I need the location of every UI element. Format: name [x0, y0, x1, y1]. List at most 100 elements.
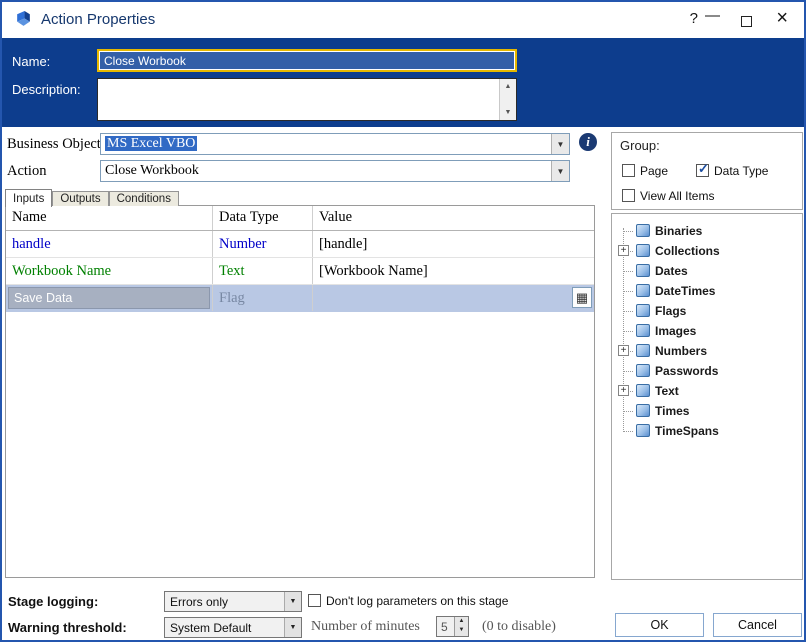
scroll-down-icon[interactable]: ▼	[500, 106, 516, 119]
tree-item-label[interactable]: Flags	[655, 304, 686, 318]
table-row[interactable]: Workbook Name Text [Workbook Name]	[6, 258, 594, 285]
tab-bar: Inputs Outputs Conditions	[5, 188, 179, 206]
tree-item-collections[interactable]: + Collections	[612, 241, 802, 261]
view-all-items-checkbox[interactable]	[622, 189, 635, 202]
description-scrollbar[interactable]: ▲▼	[499, 79, 516, 120]
name-label: Name:	[12, 54, 50, 69]
tree-item-label[interactable]: DateTimes	[655, 284, 715, 298]
name-input[interactable]	[97, 49, 517, 72]
page-checkbox[interactable]	[622, 164, 635, 177]
action-value: Close Workbook	[105, 163, 199, 179]
cell-data-type: Flag	[213, 285, 313, 311]
cell-name-editor[interactable]: Save Data	[8, 287, 210, 309]
stage-logging-label: Stage logging:	[8, 594, 98, 609]
tree-item-times[interactable]: Times	[612, 401, 802, 421]
tree-item-icon	[636, 424, 650, 437]
tree-item-numbers[interactable]: + Numbers	[612, 341, 802, 361]
tree-item-icon	[636, 364, 650, 377]
dont-log-checkbox[interactable]	[308, 594, 321, 607]
tree-item-label[interactable]: Images	[655, 324, 696, 338]
cell-name: Save Data	[6, 285, 213, 311]
info-icon[interactable]: i	[579, 133, 597, 151]
stage-logging-dropdown[interactable]: Errors only ▼	[164, 591, 302, 612]
page-checkbox-label[interactable]: Page	[640, 164, 668, 178]
disable-hint-label: (0 to disable)	[482, 619, 556, 635]
tree-item-icon	[636, 304, 650, 317]
tree-item-icon	[636, 264, 650, 277]
app-icon	[14, 10, 33, 29]
tree-item-icon	[636, 344, 650, 357]
table-row-selected[interactable]: Save Data Flag ▦	[6, 285, 594, 312]
tree-item-flags[interactable]: Flags	[612, 301, 802, 321]
expression-editor-button[interactable]: ▦	[572, 287, 592, 308]
tab-conditions[interactable]: Conditions	[109, 191, 179, 206]
tree-item-label[interactable]: Passwords	[655, 364, 718, 378]
tree-item-dates[interactable]: Dates	[612, 261, 802, 281]
expander-icon[interactable]: +	[618, 345, 629, 356]
tree-item-label[interactable]: Dates	[655, 264, 688, 278]
column-header-name: Name	[6, 206, 213, 230]
table-row[interactable]: handle Number [handle]	[6, 231, 594, 258]
tree-item-label[interactable]: Binaries	[655, 224, 702, 238]
stage-logging-value: Errors only	[170, 595, 228, 609]
business-object-label: Business Object	[7, 136, 101, 153]
column-header-datatype: Data Type	[213, 206, 313, 230]
tree-item-label[interactable]: TimeSpans	[655, 424, 719, 438]
maximize-button[interactable]	[741, 14, 752, 32]
data-type-tree: Binaries + Collections Dates DateTimes Fl…	[611, 213, 803, 580]
warning-threshold-label: Warning threshold:	[8, 620, 127, 635]
tree-item-icon	[636, 244, 650, 257]
data-type-checkbox[interactable]: ✓	[696, 164, 709, 177]
warning-threshold-dropdown[interactable]: System Default ▼	[164, 617, 302, 638]
cell-value[interactable]: [Workbook Name]	[313, 258, 594, 284]
check-icon: ✓	[698, 161, 709, 177]
scroll-up-icon[interactable]: ▲	[500, 80, 516, 93]
data-type-checkbox-label[interactable]: Data Type	[714, 164, 768, 178]
warning-threshold-value: System Default	[170, 621, 251, 635]
cancel-button[interactable]: Cancel	[713, 613, 802, 637]
tree-item-timespans[interactable]: TimeSpans	[612, 421, 802, 441]
dont-log-checkbox-label[interactable]: Don't log parameters on this stage	[326, 594, 508, 608]
description-text	[101, 81, 496, 118]
business-object-value: MS Excel VBO	[105, 136, 197, 151]
dropdown-arrow-icon[interactable]: ▼	[284, 592, 301, 611]
tree-item-text[interactable]: + Text	[612, 381, 802, 401]
description-input[interactable]: ▲▼	[97, 78, 517, 121]
spinner-down-icon[interactable]: ▼	[454, 626, 468, 636]
minutes-spinner[interactable]: 5 ▲ ▼	[436, 616, 469, 637]
tree-item-label[interactable]: Times	[655, 404, 689, 418]
expander-icon[interactable]: +	[618, 385, 629, 396]
view-all-items-checkbox-label[interactable]: View All Items	[640, 189, 714, 203]
expander-icon[interactable]: +	[618, 245, 629, 256]
tree-item-label[interactable]: Text	[655, 384, 679, 398]
description-label: Description:	[12, 82, 81, 97]
tree-item-label[interactable]: Numbers	[655, 344, 707, 358]
tree-item-icon	[636, 404, 650, 417]
tree-item-label[interactable]: Collections	[655, 244, 720, 258]
action-properties-dialog: Action Properties ? — × Name: Descriptio…	[0, 0, 806, 642]
header-panel: Name: Description: ▲▼	[2, 38, 804, 127]
business-object-dropdown[interactable]: MS Excel VBO ▼	[100, 133, 570, 155]
help-button[interactable]: ?	[690, 10, 698, 27]
dropdown-arrow-icon[interactable]: ▼	[551, 134, 569, 154]
group-label: Group:	[620, 138, 660, 153]
tree-item-binaries[interactable]: Binaries	[612, 221, 802, 241]
dropdown-arrow-icon[interactable]: ▼	[551, 161, 569, 181]
tree-item-passwords[interactable]: Passwords	[612, 361, 802, 381]
tab-outputs[interactable]: Outputs	[52, 191, 108, 206]
action-dropdown[interactable]: Close Workbook ▼	[100, 160, 570, 182]
calculator-icon: ▦	[576, 290, 588, 306]
tab-inputs[interactable]: Inputs	[5, 189, 52, 207]
group-panel: Group: Page ✓ Data Type View All Items	[611, 132, 803, 210]
minimize-button[interactable]: —	[705, 7, 720, 24]
close-button[interactable]: ×	[776, 7, 788, 30]
tree-item-icon	[636, 384, 650, 397]
cell-value[interactable]: [handle]	[313, 231, 594, 257]
dropdown-arrow-icon[interactable]: ▼	[284, 618, 301, 637]
cell-data-type: Number	[213, 231, 313, 257]
tree-item-images[interactable]: Images	[612, 321, 802, 341]
cell-value[interactable]: ▦	[313, 285, 594, 311]
ok-button[interactable]: OK	[615, 613, 704, 637]
tree-item-datetimes[interactable]: DateTimes	[612, 281, 802, 301]
table-header-row: Name Data Type Value	[6, 206, 594, 231]
